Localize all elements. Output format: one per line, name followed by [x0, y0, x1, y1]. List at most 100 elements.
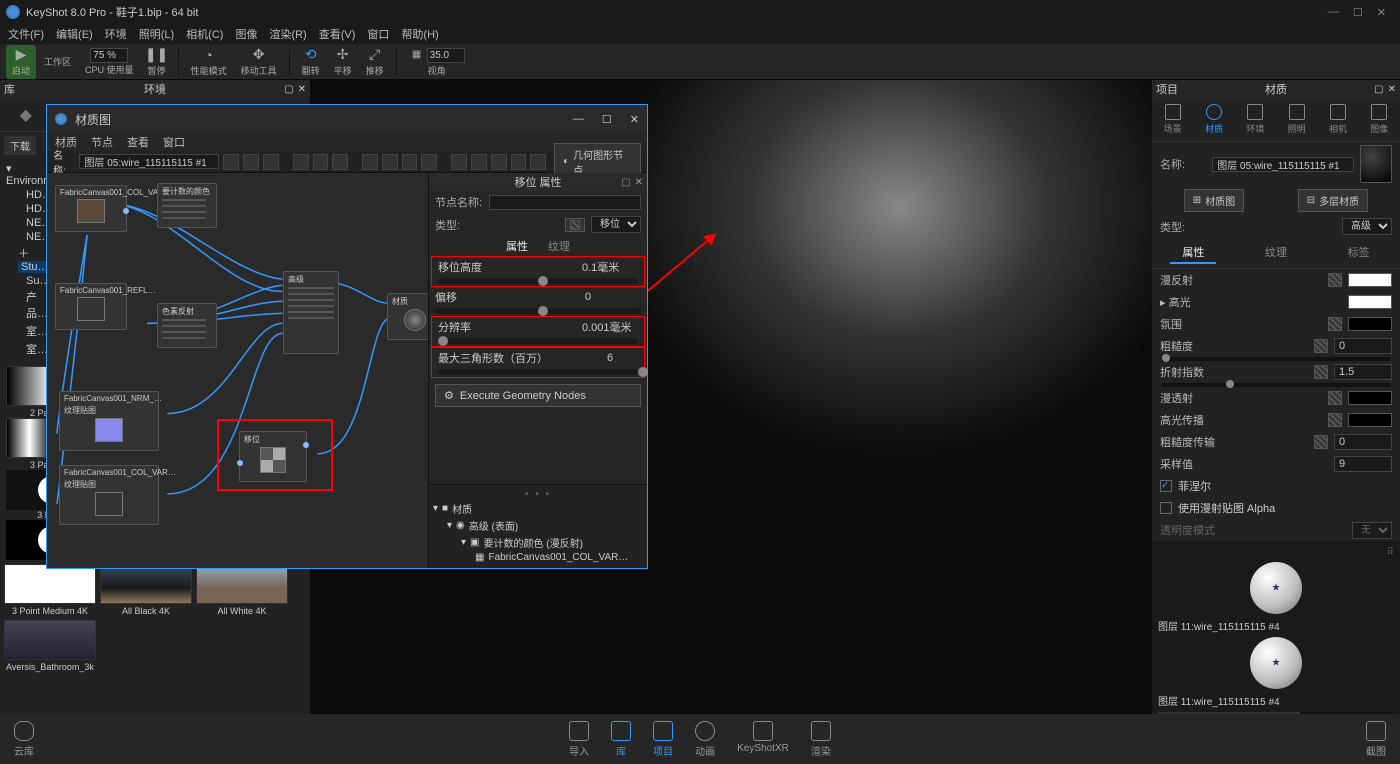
- view-angle[interactable]: ▦ 视角: [403, 45, 471, 79]
- grip-icon[interactable]: ⠿: [1158, 547, 1394, 558]
- project-button[interactable]: 项目: [653, 721, 673, 758]
- download-button[interactable]: 下载: [4, 136, 36, 155]
- subtab-tex[interactable]: 纹理: [1253, 242, 1299, 264]
- subtab-attr[interactable]: 属性: [1170, 242, 1216, 264]
- tree-item[interactable]: 产品…: [4, 288, 42, 322]
- tab-image[interactable]: 图像: [1370, 104, 1388, 135]
- graph-name-input[interactable]: [79, 154, 219, 169]
- menu-file[interactable]: 文件(F): [8, 26, 44, 42]
- tree-row[interactable]: ▾■ 材质: [433, 500, 643, 517]
- menu-env[interactable]: 环境: [105, 26, 127, 42]
- height-slider[interactable]: [438, 278, 638, 284]
- tb-expand-icon[interactable]: [451, 154, 467, 170]
- tb-layout3-icon[interactable]: [402, 154, 418, 170]
- tb-fit-icon[interactable]: [491, 154, 507, 170]
- cpu-usage[interactable]: CPU 使用量: [79, 45, 140, 79]
- resolution-value[interactable]: 0.001毫米: [582, 319, 638, 335]
- tree-item[interactable]: HD…: [4, 202, 42, 216]
- type-select[interactable]: 移位: [591, 216, 641, 233]
- pan-button[interactable]: ✢平移: [328, 45, 358, 79]
- flip-button[interactable]: ⟲翻转: [296, 45, 326, 79]
- pp-tab-tex[interactable]: 纹理: [548, 238, 570, 254]
- tree-item[interactable]: 室…: [4, 340, 42, 358]
- execute-geometry-button[interactable]: ⚙Execute Geometry Nodes: [435, 384, 641, 407]
- texture-btn[interactable]: [565, 218, 585, 232]
- tab-material[interactable]: 材质: [1205, 104, 1223, 135]
- tb-layout4-icon[interactable]: [421, 154, 437, 170]
- tab-environment[interactable]: 环境: [1246, 104, 1264, 135]
- node-tex3[interactable]: FabricCanvas001_NRM_… 纹理贴图: [59, 391, 159, 451]
- env-thumb[interactable]: 3 Point Medium 4K: [4, 564, 96, 616]
- node-name-input[interactable]: [489, 195, 641, 210]
- move-tool-button[interactable]: ✥移动工具: [235, 45, 283, 79]
- tb-undo-icon[interactable]: [293, 154, 309, 170]
- undock-icon[interactable]: ▢: [284, 84, 293, 95]
- spec-trans-swatch[interactable]: [1348, 413, 1392, 427]
- keyshotxr-button[interactable]: KeyShotXR: [737, 721, 789, 758]
- close-panel-icon[interactable]: ✕: [1388, 84, 1396, 95]
- undock-icon[interactable]: ▢: [621, 177, 630, 188]
- tb-save-icon[interactable]: [223, 154, 239, 170]
- angle-input[interactable]: [427, 48, 465, 63]
- diffuse-swatch[interactable]: [1348, 273, 1392, 287]
- tree-root[interactable]: ▾ Environments: [4, 161, 42, 188]
- tab-materials[interactable]: ◆: [14, 103, 38, 127]
- height-value[interactable]: 0.1毫米: [582, 259, 638, 275]
- node-pigment[interactable]: 色素反射: [157, 303, 217, 348]
- library-button[interactable]: 库: [611, 721, 631, 758]
- tree-add[interactable]: ＋ Stu…: [4, 244, 42, 274]
- texture-icon[interactable]: [1314, 365, 1328, 379]
- specular-swatch[interactable]: [1348, 295, 1392, 309]
- multi-material-button[interactable]: ⊟ 多层材质: [1298, 189, 1368, 212]
- tree-item[interactable]: NE…: [4, 216, 42, 230]
- resolution-slider[interactable]: [438, 338, 638, 344]
- tb-snap-icon[interactable]: [530, 154, 546, 170]
- node-displacement[interactable]: 移位: [239, 431, 307, 482]
- node-tex1[interactable]: FabricCanvas001_COL_VAR…: [55, 185, 127, 232]
- material-name-input[interactable]: [1212, 157, 1354, 172]
- maxtri-value[interactable]: 6: [582, 352, 638, 364]
- texture-icon[interactable]: [1328, 391, 1342, 405]
- rough-trans-value[interactable]: 0: [1334, 434, 1392, 450]
- tree-item[interactable]: NE…: [4, 230, 42, 244]
- transmission-swatch[interactable]: [1348, 391, 1392, 405]
- node-tex2[interactable]: FabricCanvas001_REFL…: [55, 283, 127, 330]
- tree-item[interactable]: 室…: [4, 322, 42, 340]
- tree-row[interactable]: ▦ FabricCanvas001_COL_VAR…: [433, 551, 643, 564]
- undock-icon[interactable]: ▢: [1374, 84, 1383, 95]
- node-color-count[interactable]: 要计数的颜色: [157, 183, 217, 228]
- dmenu-window[interactable]: 窗口: [163, 134, 185, 150]
- menu-edit[interactable]: 编辑(E): [56, 26, 93, 42]
- env-thumb[interactable]: All Black 4K: [100, 564, 192, 616]
- dmenu-view[interactable]: 查看: [127, 134, 149, 150]
- texture-icon[interactable]: [1328, 273, 1342, 287]
- menu-view[interactable]: 查看(V): [319, 26, 356, 42]
- tb-grid-icon[interactable]: [511, 154, 527, 170]
- texture-icon[interactable]: [1314, 339, 1328, 353]
- menu-camera[interactable]: 相机(C): [186, 26, 223, 42]
- start-button[interactable]: ▶ 启动: [6, 45, 36, 79]
- drag-handle[interactable]: • • •: [433, 489, 643, 500]
- close-icon[interactable]: ✕: [635, 177, 643, 188]
- maxtri-slider[interactable]: [438, 369, 638, 375]
- tb-delete-icon[interactable]: [332, 154, 348, 170]
- node-graph-canvas[interactable]: FabricCanvas001_COL_VAR… 要计数的颜色 FabricCa…: [47, 173, 429, 568]
- tree-row[interactable]: ▾▣ 要计数的颜色 (漫反射): [433, 534, 643, 551]
- pp-tab-attr[interactable]: 属性: [506, 238, 528, 254]
- menu-help[interactable]: 帮助(H): [401, 26, 438, 42]
- menu-image[interactable]: 图像: [235, 26, 257, 42]
- subtab-tag[interactable]: 标签: [1336, 242, 1382, 264]
- tb-zoom-icon[interactable]: [263, 154, 279, 170]
- screenshot-button[interactable]: 截图: [1366, 721, 1386, 758]
- tb-layout1-icon[interactable]: [362, 154, 378, 170]
- dialog-maximize[interactable]: ☐: [602, 113, 612, 126]
- close-panel-icon[interactable]: ✕: [298, 84, 306, 95]
- render-button[interactable]: 渲染: [811, 721, 831, 758]
- texture-icon[interactable]: [1328, 317, 1342, 331]
- import-button[interactable]: 导入: [569, 721, 589, 758]
- node-material-output[interactable]: 材质: [387, 293, 429, 340]
- tree-item[interactable]: Su…: [4, 274, 42, 288]
- node-advanced[interactable]: 高级: [283, 271, 339, 354]
- tab-scene[interactable]: 场景: [1164, 104, 1182, 135]
- push-button[interactable]: ⤢推移: [360, 45, 390, 79]
